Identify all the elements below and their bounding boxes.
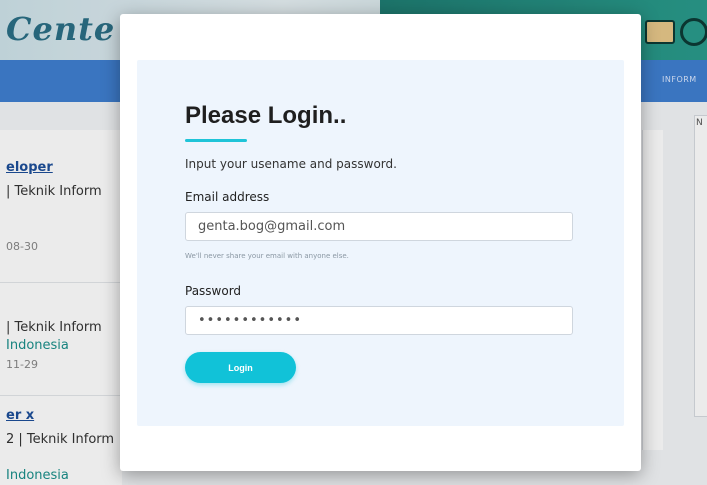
login-button[interactable]: Login xyxy=(185,352,296,383)
login-subtitle: Input your usename and password. xyxy=(185,157,397,171)
login-form: Please Login.. Input your usename and pa… xyxy=(137,60,624,426)
title-underline xyxy=(185,139,247,142)
login-modal: Please Login.. Input your usename and pa… xyxy=(120,14,641,471)
email-label: Email address xyxy=(185,190,270,204)
email-input[interactable] xyxy=(185,212,573,241)
password-label: Password xyxy=(185,284,242,298)
password-input[interactable] xyxy=(185,306,573,335)
login-title: Please Login.. xyxy=(185,102,347,129)
page: Cente INFORM N eloper | Teknik Inform 08… xyxy=(0,0,707,485)
email-help-text: We'll never share your email with anyone… xyxy=(185,252,349,260)
